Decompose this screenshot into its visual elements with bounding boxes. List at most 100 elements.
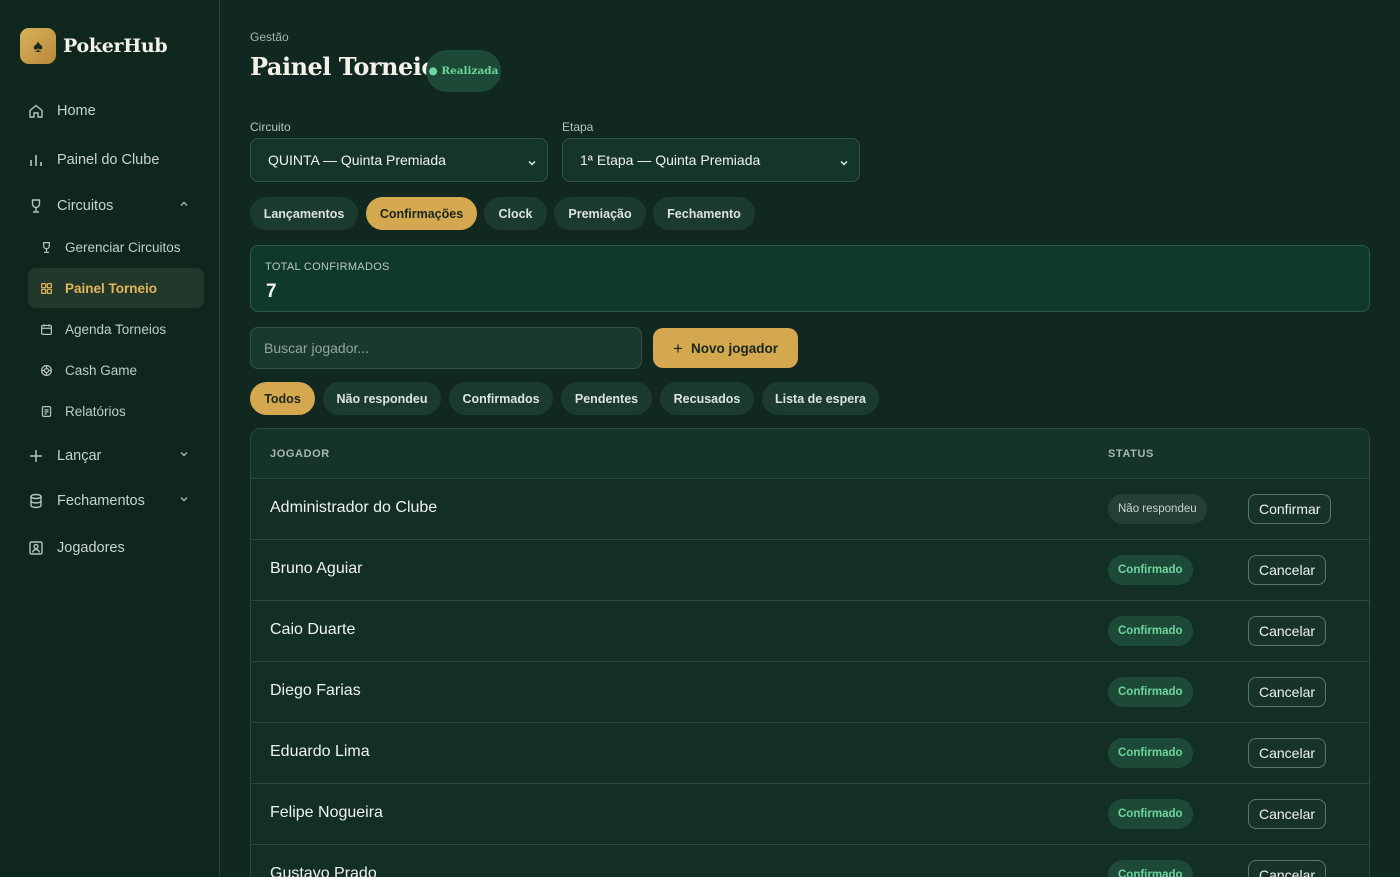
sidebar-item-label: Lançar bbox=[57, 448, 102, 464]
column-header-status: STATUS bbox=[1108, 448, 1154, 460]
sidebar-item-label: Home bbox=[57, 103, 96, 119]
filter-pendentes[interactable]: Pendentes bbox=[561, 382, 652, 415]
player-name: Administrador do Clube bbox=[270, 499, 438, 516]
confirm-button[interactable]: Confirmar bbox=[1248, 494, 1332, 524]
sidebar-subitem-label: Painel Torneio bbox=[65, 280, 158, 296]
filter-confirmados[interactable]: Confirmados bbox=[449, 382, 553, 415]
player-name: Caio Duarte bbox=[270, 621, 356, 638]
table-row: Bruno Aguiar Confirmado Cancelar bbox=[251, 540, 1369, 601]
contact-icon bbox=[28, 540, 44, 556]
player-name: Diego Farias bbox=[270, 682, 361, 699]
table-row: Eduardo Lima Confirmado Cancelar bbox=[251, 723, 1369, 784]
status-badge: ● Realizada bbox=[426, 50, 501, 92]
sidebar-item-circuitos[interactable]: Circuitos bbox=[28, 186, 204, 226]
column-header-jogador: JOGADOR bbox=[270, 448, 330, 460]
filter-nao-respondeu[interactable]: Não respondeu bbox=[323, 382, 441, 415]
status-badge: Confirmado bbox=[1108, 555, 1193, 585]
report-icon bbox=[40, 405, 53, 418]
trophy-icon bbox=[40, 241, 53, 254]
stage-select[interactable]: 1ª Etapa — Quinta Premiada bbox=[562, 138, 860, 182]
sidebar-item-relatorios[interactable]: Relatórios bbox=[28, 391, 204, 431]
table-row: Administrador do Clube Não respondeu Con… bbox=[251, 479, 1369, 540]
tab-fechamento[interactable]: Fechamento bbox=[653, 197, 755, 230]
calendar-icon bbox=[40, 323, 53, 336]
sidebar-item-gerenciar-circuitos[interactable]: Gerenciar Circuitos bbox=[28, 227, 204, 267]
sidebar-item-cash-game[interactable]: Cash Game bbox=[28, 350, 204, 390]
tab-lancamentos[interactable]: Lançamentos bbox=[250, 197, 358, 230]
table-header: JOGADOR STATUS bbox=[251, 429, 1369, 479]
table-row: Caio Duarte Confirmado Cancelar bbox=[251, 601, 1369, 662]
status-badge: Confirmado bbox=[1108, 860, 1193, 877]
sidebar-item-painel-clube[interactable]: Painel do Clube bbox=[28, 140, 204, 180]
database-icon bbox=[28, 493, 44, 509]
tab-clock[interactable]: Clock bbox=[484, 197, 547, 230]
filter-lista-espera[interactable]: Lista de espera bbox=[762, 382, 879, 415]
search-input[interactable] bbox=[250, 327, 642, 369]
player-name: Eduardo Lima bbox=[270, 743, 370, 760]
player-name: Felipe Nogueira bbox=[270, 804, 383, 821]
home-icon bbox=[28, 103, 44, 119]
chevron-down-icon bbox=[527, 155, 537, 166]
cancel-button[interactable]: Cancelar bbox=[1248, 799, 1327, 829]
chevron-down-icon bbox=[839, 155, 849, 166]
sidebar-item-fechamentos[interactable]: Fechamentos bbox=[28, 481, 204, 521]
cancel-button[interactable]: Cancelar bbox=[1248, 860, 1327, 877]
sidebar-item-label: Painel do Clube bbox=[57, 152, 160, 168]
plus-icon bbox=[28, 448, 44, 464]
sidebar: ♠ PokerHub Home Painel do Clube Circuito… bbox=[0, 0, 220, 877]
cancel-button[interactable]: Cancelar bbox=[1248, 555, 1327, 585]
tab-confirmacoes[interactable]: Confirmações bbox=[366, 197, 477, 230]
table-row: Diego Farias Confirmado Cancelar bbox=[251, 662, 1369, 723]
brand[interactable]: ♠ PokerHub bbox=[20, 28, 168, 64]
sidebar-item-label: Jogadores bbox=[57, 540, 125, 556]
status-badge: Confirmado bbox=[1108, 677, 1193, 707]
status-badge: Confirmado bbox=[1108, 799, 1193, 829]
sidebar-item-jogadores[interactable]: Jogadores bbox=[28, 528, 204, 568]
summary-card: TOTAL CONFIRMADOS 7 bbox=[250, 245, 1370, 312]
sidebar-item-label: Fechamentos bbox=[57, 493, 145, 509]
filter-todos[interactable]: Todos bbox=[250, 382, 315, 415]
summary-label: TOTAL CONFIRMADOS bbox=[265, 261, 390, 273]
plus-icon: + bbox=[673, 338, 683, 358]
sidebar-item-painel-torneio[interactable]: Painel Torneio bbox=[28, 268, 204, 308]
status-badge: Não respondeu bbox=[1108, 494, 1207, 524]
player-name: Bruno Aguiar bbox=[270, 560, 363, 577]
player-name: Gustavo Prado bbox=[270, 865, 377, 877]
circuit-select[interactable]: QUINTA — Quinta Premiada bbox=[250, 138, 548, 182]
players-table: JOGADOR STATUS Administrador do Clube Nã… bbox=[250, 428, 1370, 877]
brand-name: PokerHub bbox=[63, 35, 168, 57]
cancel-button[interactable]: Cancelar bbox=[1248, 616, 1327, 646]
stage-label: Etapa bbox=[562, 120, 594, 134]
circuit-select-value: QUINTA — Quinta Premiada bbox=[268, 152, 446, 168]
sidebar-subitem-label: Agenda Torneios bbox=[65, 321, 167, 337]
new-player-button-label: Novo jogador bbox=[690, 340, 778, 356]
chevron-down-icon[interactable] bbox=[178, 493, 190, 505]
chevron-up-icon[interactable] bbox=[178, 198, 190, 210]
bar-chart-icon bbox=[28, 152, 44, 168]
trophy-icon bbox=[28, 198, 44, 214]
status-badge: Confirmado bbox=[1108, 616, 1193, 646]
tab-premiacao[interactable]: Premiação bbox=[554, 197, 646, 230]
sidebar-subitem-label: Relatórios bbox=[65, 403, 126, 419]
status-badge: Confirmado bbox=[1108, 738, 1193, 768]
chevron-down-icon[interactable] bbox=[178, 448, 190, 460]
page-title: Painel Torneio bbox=[250, 52, 437, 81]
stage-select-value: 1ª Etapa — Quinta Premiada bbox=[580, 152, 761, 168]
filter-recusados[interactable]: Recusados bbox=[660, 382, 754, 415]
new-player-button[interactable]: + Novo jogador bbox=[653, 328, 798, 368]
sidebar-subitem-label: Cash Game bbox=[65, 362, 138, 378]
chip-icon bbox=[40, 364, 53, 377]
grid-icon bbox=[40, 282, 53, 295]
sidebar-item-label: Circuitos bbox=[57, 198, 114, 214]
sidebar-item-home[interactable]: Home bbox=[28, 91, 204, 131]
table-row: Felipe Nogueira Confirmado Cancelar bbox=[251, 784, 1369, 845]
sidebar-item-lancar[interactable]: Lançar bbox=[28, 436, 204, 476]
summary-value: 7 bbox=[266, 281, 277, 302]
sidebar-item-agenda-torneios[interactable]: Agenda Torneios bbox=[28, 309, 204, 349]
cancel-button[interactable]: Cancelar bbox=[1248, 677, 1327, 707]
sidebar-subitem-label: Gerenciar Circuitos bbox=[65, 239, 181, 255]
breadcrumb: Gestão bbox=[250, 30, 289, 44]
spade-icon: ♠ bbox=[20, 28, 56, 64]
circuit-label: Circuito bbox=[250, 120, 291, 134]
cancel-button[interactable]: Cancelar bbox=[1248, 738, 1327, 768]
